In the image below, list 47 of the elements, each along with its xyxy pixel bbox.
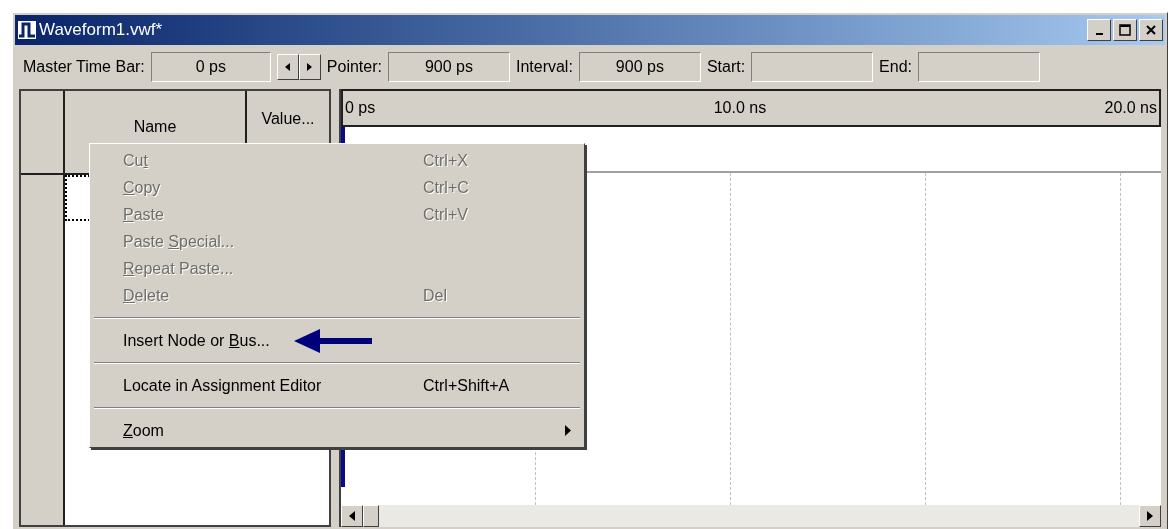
- scroll-right-button[interactable]: [1139, 505, 1161, 527]
- shortcut-label: Ctrl+V: [423, 204, 468, 225]
- menu-item[interactable]: Locate in Assignment Editor Ctrl+Shift+A: [93, 372, 581, 399]
- menu-item[interactable]: Insert Node or Bus...: [93, 327, 581, 354]
- time-field[interactable]: [751, 52, 874, 82]
- minimize-button[interactable]: [1087, 19, 1111, 41]
- scroll-thumb[interactable]: [363, 505, 379, 527]
- ruler-label: 0 ps: [345, 98, 376, 118]
- right-arrow-icon: [1147, 511, 1153, 521]
- right-arrow-icon: [307, 63, 313, 71]
- field-label: End:: [879, 57, 913, 77]
- time-field[interactable]: 900 ps: [387, 52, 510, 82]
- time-field[interactable]: 0 ps: [150, 52, 271, 82]
- maximize-icon: [1119, 24, 1131, 36]
- time-field[interactable]: [918, 52, 1041, 82]
- shortcut-label: Ctrl+Shift+A: [423, 375, 510, 396]
- field-label: Start:: [706, 57, 746, 77]
- menu-label: Cut: [123, 150, 148, 171]
- menu-label: Copy: [123, 177, 161, 198]
- ruler-label: 10.0 ns: [713, 98, 767, 118]
- close-button[interactable]: [1139, 19, 1163, 41]
- maximize-button[interactable]: [1113, 19, 1137, 41]
- menu-label: Locate in Assignment Editor: [123, 375, 322, 396]
- shortcut-label: Ctrl+C: [423, 177, 469, 198]
- left-arrow-icon: [349, 511, 355, 521]
- menu-label: Insert Node or Bus...: [123, 330, 270, 351]
- shortcut-label: Ctrl+X: [423, 150, 468, 171]
- next-button[interactable]: [298, 54, 321, 80]
- menu-label: Paste Special...: [123, 231, 235, 252]
- close-icon: [1145, 24, 1157, 36]
- left-arrow-icon: [285, 63, 291, 71]
- scroll-left-button[interactable]: [341, 505, 363, 527]
- field-label: Master Time Bar:: [23, 57, 145, 77]
- ruler-label: 20.0 ns: [1104, 98, 1157, 118]
- menu-label: Delete: [123, 285, 170, 306]
- menu-label: Repeat Paste...: [123, 258, 234, 279]
- field-label: Pointer:: [326, 57, 382, 77]
- menu-label: Zoom: [123, 420, 164, 441]
- previous-button[interactable]: [276, 54, 299, 80]
- waveform-icon: [17, 20, 37, 40]
- minimize-icon: [1095, 33, 1103, 35]
- shortcut-label: Del: [423, 285, 447, 306]
- time-field[interactable]: 900 ps: [578, 52, 701, 82]
- menu-item[interactable]: Zoom: [93, 417, 581, 444]
- field-label: Interval:: [515, 57, 573, 77]
- window-title: Waveform1.vwf*: [39, 19, 163, 42]
- menu-label: Paste: [123, 204, 164, 225]
